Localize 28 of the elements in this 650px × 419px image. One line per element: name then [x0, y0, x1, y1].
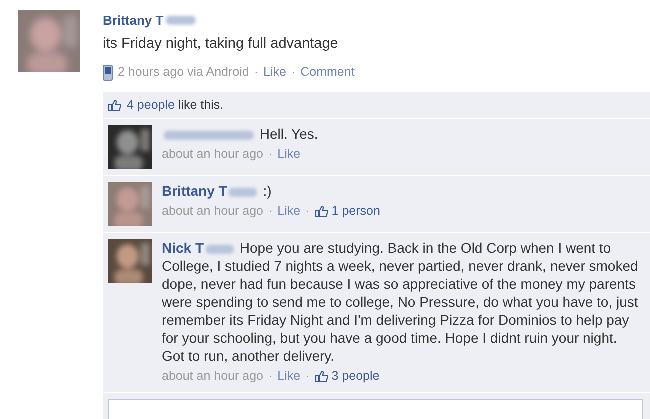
separator-dot: · [306, 203, 310, 220]
separator-dot: · [254, 64, 259, 82]
timestamp: 2 hours ago via Android [118, 64, 250, 82]
thumbs-up-icon [314, 204, 329, 218]
likes-count-link[interactable]: 3 people [332, 367, 380, 386]
post-text: its Friday night, taking full advantage [103, 34, 340, 54]
likes-summary: 4 people like this. [127, 96, 224, 114]
timestamp: about an hour ago [162, 146, 264, 163]
likes-count-link[interactable]: 1 person [332, 202, 380, 221]
phone-icon [103, 64, 113, 81]
like-link[interactable]: Like [278, 202, 301, 221]
author-name[interactable]: Brittany T [103, 11, 164, 30]
comment-link[interactable]: Comment [300, 63, 355, 82]
comment-text: Nick T Hope you are studying. Back in the Old Corp when I went to College, I studied 7 nights a week, never partied, never drank, never smoked dope, never had fun because I was so appreciative of the money my parents were spending to send me to college, No Pressure, do what you have to, just remember its Friday Night and I'm delivering Pizza for Dominios to help pay for your schooling, but you have a good time. Hope I didnt ruin your night. Got to run, another delivery. [162, 239, 640, 365]
timestamp: about an hour ago [162, 203, 264, 220]
like-link[interactable]: Like [264, 63, 286, 82]
like-link[interactable]: Like [278, 145, 301, 164]
separator-dot: · [268, 146, 273, 163]
comment-text: Brittany T :) [162, 182, 273, 200]
thumbs-up-icon [314, 370, 329, 383]
separator-dot: · [268, 368, 273, 385]
thumbs-up-icon [108, 98, 122, 112]
like-link[interactable]: Like [278, 367, 301, 386]
timestamp: about an hour ago [162, 368, 264, 385]
separator-dot: · [268, 203, 273, 220]
separator-dot: · [291, 64, 296, 82]
separator-dot: · [306, 368, 310, 385]
comment-text: Hell. Yes. [162, 125, 640, 143]
